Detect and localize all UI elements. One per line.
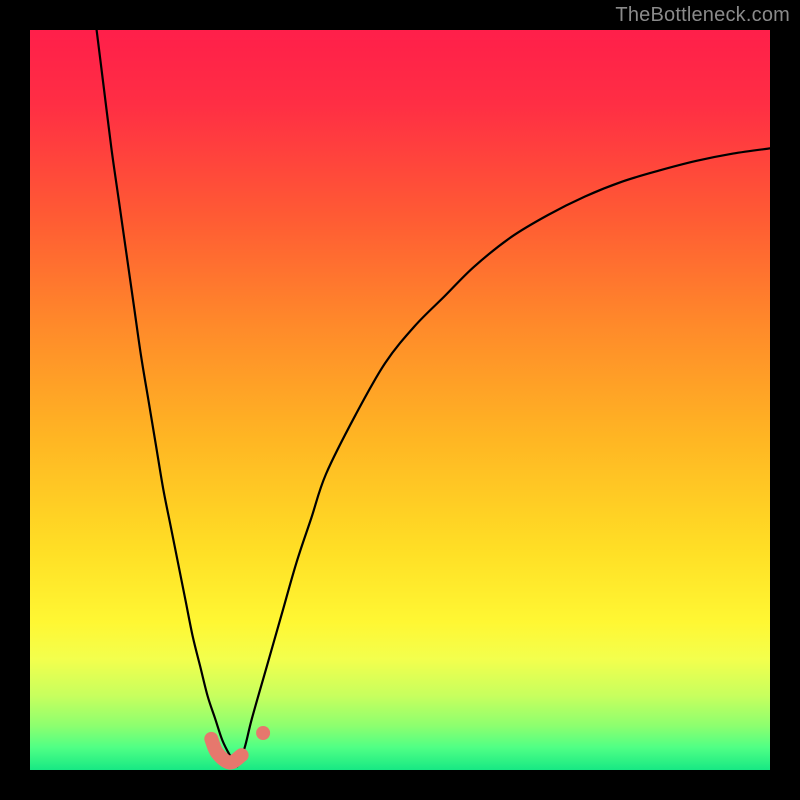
right-curve (237, 148, 770, 766)
plot-area (30, 30, 770, 770)
watermark-text: TheBottleneck.com (615, 4, 790, 27)
outer-frame: TheBottleneck.com (0, 0, 800, 800)
left-curve (97, 30, 238, 766)
curves-layer (30, 30, 770, 770)
marker-right-dot (256, 726, 270, 740)
